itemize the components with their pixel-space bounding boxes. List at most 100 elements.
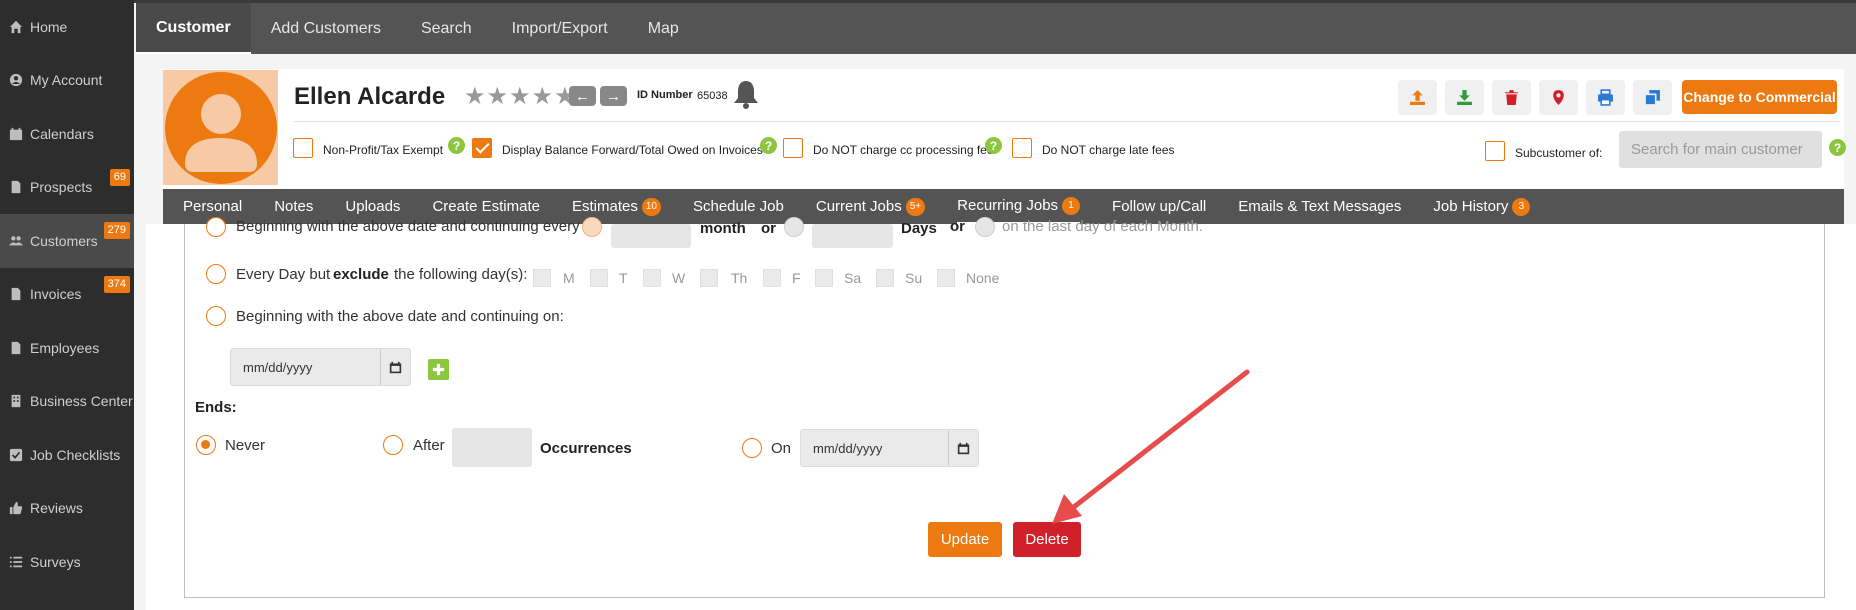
topnav-search[interactable]: Search xyxy=(401,3,492,54)
topnav-customer[interactable]: Customer xyxy=(136,3,251,54)
day-t-checkbox[interactable] xyxy=(590,269,608,287)
add-date-button[interactable] xyxy=(428,359,449,380)
month-label: month xyxy=(700,220,746,237)
sidebar-item-label: My Account xyxy=(30,72,103,89)
arrow-right-icon: → xyxy=(606,87,621,105)
recurrence-month-radio[interactable] xyxy=(582,217,602,237)
star-icon[interactable]: ★ xyxy=(464,85,486,109)
occurrences-input[interactable] xyxy=(452,428,532,467)
day-w-checkbox[interactable] xyxy=(643,269,661,287)
plus-icon xyxy=(432,363,445,376)
day-m-checkbox[interactable] xyxy=(533,269,551,287)
day-label: None xyxy=(966,270,1000,286)
topnav-import-export[interactable]: Import/Export xyxy=(492,3,628,54)
sidebar-item-label: Prospects xyxy=(30,179,93,196)
sidebar-item-employees[interactable]: Employees xyxy=(0,321,134,375)
recurrence-days-radio[interactable] xyxy=(784,217,804,237)
ends-after-radio[interactable] xyxy=(383,435,403,455)
sidebar: Home My Account Calendars Prospects 69 C… xyxy=(0,0,134,610)
calendar-icon[interactable] xyxy=(948,430,978,466)
sidebar-item-home[interactable]: Home xyxy=(0,0,134,54)
last-day-radio[interactable] xyxy=(975,217,995,237)
ends-on-radio[interactable] xyxy=(742,438,762,458)
download-icon xyxy=(1457,90,1472,105)
change-to-commercial-button[interactable]: Change to Commercial xyxy=(1682,80,1837,114)
every-month-input[interactable] xyxy=(611,224,691,248)
subcustomer-checkbox[interactable] xyxy=(1485,141,1505,161)
display-balance-checkbox[interactable] xyxy=(472,138,492,158)
sidebar-item-label: Reviews xyxy=(30,500,83,517)
help-icon[interactable]: ? xyxy=(985,137,1002,154)
ends-never-radio[interactable] xyxy=(196,435,216,455)
no-late-fees-checkbox[interactable] xyxy=(1012,138,1032,158)
day-f-checkbox[interactable] xyxy=(763,269,781,287)
tab-job-history[interactable]: Job History 3 xyxy=(1433,189,1531,224)
avatar-placeholder-icon xyxy=(164,71,277,184)
users-icon xyxy=(8,233,24,249)
continuing-on-radio[interactable] xyxy=(206,306,226,326)
invoices-badge: 374 xyxy=(103,275,130,293)
copy-button[interactable] xyxy=(1633,80,1672,115)
sidebar-item-reviews[interactable]: Reviews xyxy=(0,482,134,536)
rating-stars[interactable]: ★ ★ ★ ★ ★ xyxy=(464,85,576,109)
tab-emails-text-messages[interactable]: Emails & Text Messages xyxy=(1238,189,1401,224)
subcustomer-label: Subcustomer of: xyxy=(1515,146,1603,160)
tab-current-jobs[interactable]: Current Jobs 5+ xyxy=(816,189,926,224)
map-location-button[interactable] xyxy=(1539,80,1578,115)
days-label: Days xyxy=(901,220,937,237)
topnav-add-customers[interactable]: Add Customers xyxy=(251,3,401,54)
file-icon xyxy=(8,286,24,302)
sidebar-item-business-center[interactable]: Business Center xyxy=(0,375,134,429)
continuing-on-date-input[interactable]: mm/dd/yyyy xyxy=(230,348,411,386)
sidebar-item-surveys[interactable]: Surveys xyxy=(0,535,134,589)
star-icon[interactable]: ★ xyxy=(509,85,531,109)
sidebar-item-label: Calendars xyxy=(30,125,94,142)
day-sa-checkbox[interactable] xyxy=(815,269,833,287)
delete-customer-button[interactable] xyxy=(1492,80,1531,115)
help-icon[interactable]: ? xyxy=(760,137,777,154)
day-su-checkbox[interactable] xyxy=(876,269,894,287)
last-day-label: on the last day of each Month. xyxy=(1002,218,1203,235)
sidebar-item-job-checklists[interactable]: Job Checklists xyxy=(0,428,134,482)
upload-icon xyxy=(1410,90,1425,105)
display-balance-label: Display Balance Forward/Total Owed on In… xyxy=(502,143,763,157)
building-icon xyxy=(8,393,24,409)
day-th-checkbox[interactable] xyxy=(700,269,718,287)
sidebar-item-calendars[interactable]: Calendars xyxy=(0,107,134,161)
upload-button[interactable] xyxy=(1398,80,1437,115)
sidebar-item-label: Customers xyxy=(30,232,98,249)
nonprofit-checkbox[interactable] xyxy=(293,138,313,158)
star-icon[interactable]: ★ xyxy=(532,85,554,109)
bell-icon[interactable] xyxy=(732,79,760,109)
print-button[interactable] xyxy=(1586,80,1625,115)
ends-on-date-input[interactable]: mm/dd/yyyy xyxy=(800,429,979,467)
calendar-icon[interactable] xyxy=(380,349,410,385)
previous-customer-button[interactable]: ← xyxy=(569,86,596,106)
star-icon[interactable]: ★ xyxy=(487,85,509,109)
no-cc-fee-checkbox[interactable] xyxy=(783,138,803,158)
thumbs-up-icon xyxy=(8,500,24,516)
sidebar-item-prospects[interactable]: Prospects 69 xyxy=(0,161,134,215)
help-icon[interactable]: ? xyxy=(1829,139,1846,156)
update-button[interactable]: Update xyxy=(928,522,1002,557)
day-none-checkbox[interactable] xyxy=(937,269,955,287)
download-button[interactable] xyxy=(1445,80,1484,115)
sidebar-item-customers[interactable]: Customers 279 xyxy=(0,214,134,268)
every-day-but-text: Every Day but xyxy=(236,266,331,283)
id-number-value: 65038 xyxy=(697,90,728,102)
customer-header: Ellen Alcarde ★ ★ ★ ★ ★ ← → ID Number 65… xyxy=(163,69,1846,189)
topnav-map[interactable]: Map xyxy=(628,3,699,54)
main-customer-search-input[interactable]: Search for main customer xyxy=(1619,131,1822,168)
help-icon[interactable]: ? xyxy=(448,137,465,154)
delete-button[interactable]: Delete xyxy=(1013,522,1081,557)
day-label: Sa xyxy=(844,270,862,286)
sidebar-item-my-account[interactable]: My Account xyxy=(0,54,134,108)
every-days-input[interactable] xyxy=(812,224,893,248)
no-cc-fee-label: Do NOT charge cc processing fee xyxy=(813,143,994,157)
sidebar-item-invoices[interactable]: Invoices 374 xyxy=(0,268,134,322)
every-day-but-radio[interactable] xyxy=(206,264,226,284)
avatar[interactable] xyxy=(163,70,278,185)
tab-schedule-job[interactable]: Schedule Job xyxy=(693,189,784,224)
next-customer-button[interactable]: → xyxy=(600,86,627,106)
recurrence-every-radio[interactable] xyxy=(206,217,226,237)
